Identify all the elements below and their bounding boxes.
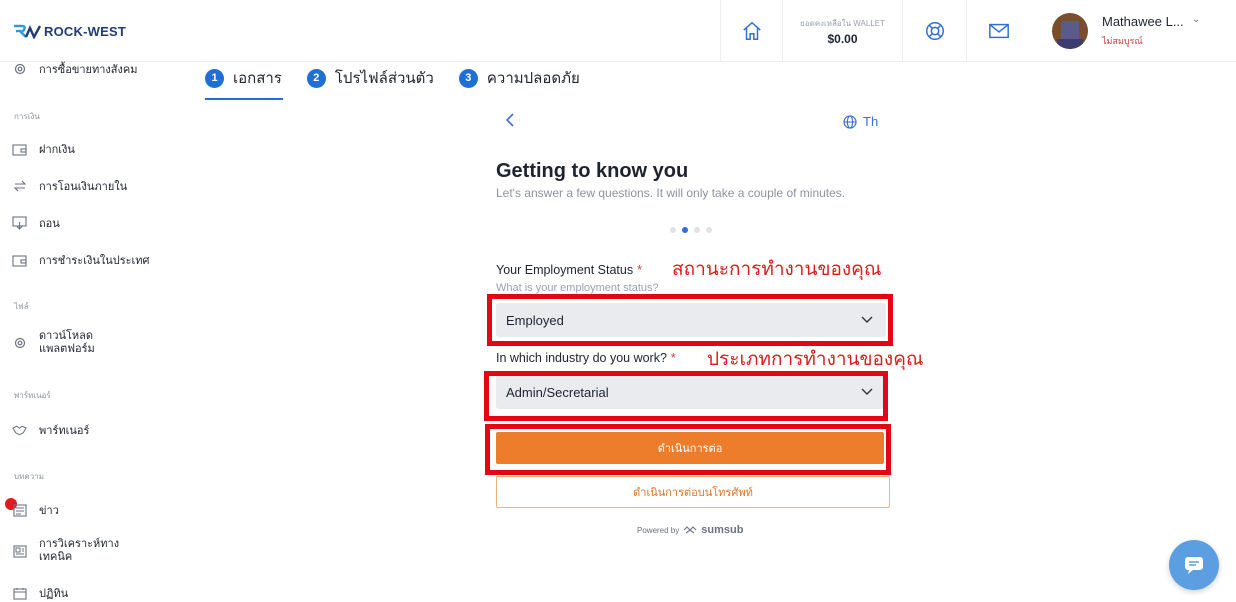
step-label: ความปลอดภัย bbox=[486, 70, 580, 87]
sidebar-item-internal-transfer[interactable]: การโอนเงินภายใน bbox=[12, 177, 127, 195]
sidebar-item-label: พาร์ทเนอร์ bbox=[39, 425, 90, 437]
support-button[interactable] bbox=[902, 0, 966, 62]
chevron-down-icon: ⌄ bbox=[1192, 14, 1201, 25]
sidebar-item-label: ถอน bbox=[39, 218, 60, 230]
top-bar: ROCK-WEST ยอดคงเหลือใน WALLET $0.00 Math… bbox=[0, 0, 1236, 62]
avatar bbox=[1052, 13, 1088, 49]
sidebar-item-label: เทคนิค bbox=[39, 551, 73, 563]
highlight-box bbox=[484, 371, 888, 421]
progress-dot-active bbox=[682, 227, 688, 233]
wallet-icon bbox=[12, 142, 27, 157]
employment-annotation: สถานะการทำงานของคุณ bbox=[672, 259, 882, 280]
back-button[interactable] bbox=[505, 113, 515, 132]
sidebar-item-withdraw[interactable]: ถอน bbox=[12, 214, 60, 232]
step-documents[interactable]: 1 เอกสาร bbox=[205, 66, 282, 90]
sidebar-section-partner: พาร์ทเนอร์ bbox=[14, 391, 51, 400]
transfer-icon bbox=[12, 179, 27, 194]
progress-dot bbox=[694, 227, 700, 233]
sumsub-logo-icon bbox=[683, 526, 697, 534]
user-name: Mathawee L... bbox=[1102, 14, 1184, 29]
calendar-icon bbox=[12, 586, 27, 601]
progress-dot bbox=[670, 227, 676, 233]
sidebar-item-label: การโอนเงินภายใน bbox=[39, 181, 128, 193]
handshake-icon bbox=[12, 423, 27, 438]
sidebar-item-deposit[interactable]: ฝากเงิน bbox=[12, 140, 75, 158]
wallet-icon bbox=[12, 253, 27, 268]
globe-icon bbox=[843, 114, 857, 129]
user-status: ไม่สมบูรณ์ bbox=[1102, 36, 1143, 46]
sidebar-item-label: ฝากเงิน bbox=[39, 144, 75, 156]
chevron-left-icon bbox=[505, 113, 514, 127]
logo-text: ROCK-WEST bbox=[44, 23, 126, 39]
form-subtitle: Let's answer a few questions. It will on… bbox=[496, 186, 846, 200]
wallet-balance[interactable]: ยอดคงเหลือใน WALLET $0.00 bbox=[782, 0, 902, 62]
home-button[interactable] bbox=[720, 0, 782, 62]
chat-button[interactable] bbox=[1169, 540, 1219, 590]
user-menu[interactable]: Mathawee L... ไม่สมบูรณ์ ⌄ bbox=[1044, 0, 1236, 62]
sidebar-item-local-payment[interactable]: การชำระเงินในประเทศ bbox=[12, 251, 150, 269]
sidebar-item-social-trading[interactable]: การซื้อขายทางสังคม bbox=[12, 60, 137, 78]
sidebar-item-partner[interactable]: พาร์ทเนอร์ bbox=[12, 421, 89, 439]
sidebar-item-label: ปฏิทิน bbox=[39, 588, 69, 600]
employment-status-hint: What is your employment status? bbox=[496, 282, 659, 294]
active-step-indicator bbox=[205, 98, 283, 100]
gear-icon bbox=[12, 62, 27, 77]
highlight-box bbox=[487, 294, 893, 346]
verification-steps: 1 เอกสาร 2 โปรไฟล์ส่วนตัว 3 ความปลอดภัย bbox=[205, 66, 605, 90]
language-label: Th bbox=[863, 114, 879, 129]
step-personal-profile[interactable]: 2 โปรไฟล์ส่วนตัว bbox=[306, 66, 434, 90]
sidebar-item-label: การวิเคราะห์ทาง bbox=[39, 538, 120, 550]
industry-annotation: ประเภทการทำงานของคุณ bbox=[707, 349, 924, 370]
progress-dot bbox=[706, 227, 712, 233]
sidebar-item-label: การชำระเงินในประเทศ bbox=[39, 255, 150, 267]
highlight-box bbox=[485, 424, 891, 475]
logo-mark-icon bbox=[14, 24, 42, 39]
gear-icon bbox=[12, 336, 27, 351]
language-selector[interactable]: Th bbox=[843, 114, 878, 129]
mail-icon bbox=[988, 23, 1009, 39]
continue-on-phone-button[interactable]: ดำเนินการต่อบนโทรศัพท์ bbox=[496, 476, 890, 508]
step-number: 3 bbox=[458, 68, 478, 88]
employment-status-label: Your Employment Status * bbox=[496, 263, 642, 277]
messages-button[interactable] bbox=[966, 0, 1030, 62]
sidebar-item-label: แพลตฟอร์ม bbox=[39, 343, 95, 355]
step-label: เอกสาร bbox=[233, 70, 282, 87]
powered-by-brand: sumsub bbox=[701, 524, 744, 536]
step-label: โปรไฟล์ส่วนตัว bbox=[334, 70, 434, 87]
analysis-icon bbox=[12, 544, 27, 559]
lifebuoy-icon bbox=[925, 22, 944, 40]
sidebar-item-news[interactable]: ข่าว bbox=[12, 501, 59, 519]
wallet-label: ยอดคงเหลือใน WALLET bbox=[800, 18, 885, 28]
sidebar-item-label: ดาวน์โหลด bbox=[39, 330, 94, 342]
sidebar-item-calendar[interactable]: ปฏิทิน bbox=[12, 584, 68, 602]
chat-icon bbox=[1185, 557, 1203, 574]
sidebar-item-label: ข่าว bbox=[39, 505, 59, 517]
powered-by: Powered by sumsub bbox=[637, 524, 743, 536]
industry-label: In which industry do you work? * bbox=[496, 351, 676, 365]
sidebar: การซื้อขายทางสังคม การเงิน ฝากเงิน การโอ… bbox=[0, 62, 190, 602]
withdraw-icon bbox=[12, 216, 27, 231]
sidebar-section-finance: การเงิน bbox=[14, 112, 40, 121]
sidebar-item-download-platform[interactable]: ดาวน์โหลด แพลตฟอร์ม bbox=[12, 330, 95, 356]
sidebar-item-label: การซื้อขายทางสังคม bbox=[39, 64, 138, 76]
step-number: 2 bbox=[306, 68, 326, 88]
sidebar-section-files: ไฟล์ bbox=[14, 302, 29, 311]
progress-dots bbox=[670, 227, 718, 233]
step-number: 1 bbox=[205, 68, 224, 88]
home-icon bbox=[742, 21, 761, 40]
sidebar-section-articles: บทความ bbox=[14, 472, 44, 481]
wallet-amount: $0.00 bbox=[827, 31, 858, 46]
logo[interactable]: ROCK-WEST bbox=[12, 21, 126, 41]
news-icon bbox=[12, 503, 27, 518]
powered-by-label: Powered by bbox=[637, 525, 680, 535]
form-title: Getting to know you bbox=[496, 160, 689, 182]
sidebar-item-technical-analysis[interactable]: การวิเคราะห์ทาง เทคนิค bbox=[12, 538, 119, 564]
step-security[interactable]: 3 ความปลอดภัย bbox=[458, 66, 580, 90]
